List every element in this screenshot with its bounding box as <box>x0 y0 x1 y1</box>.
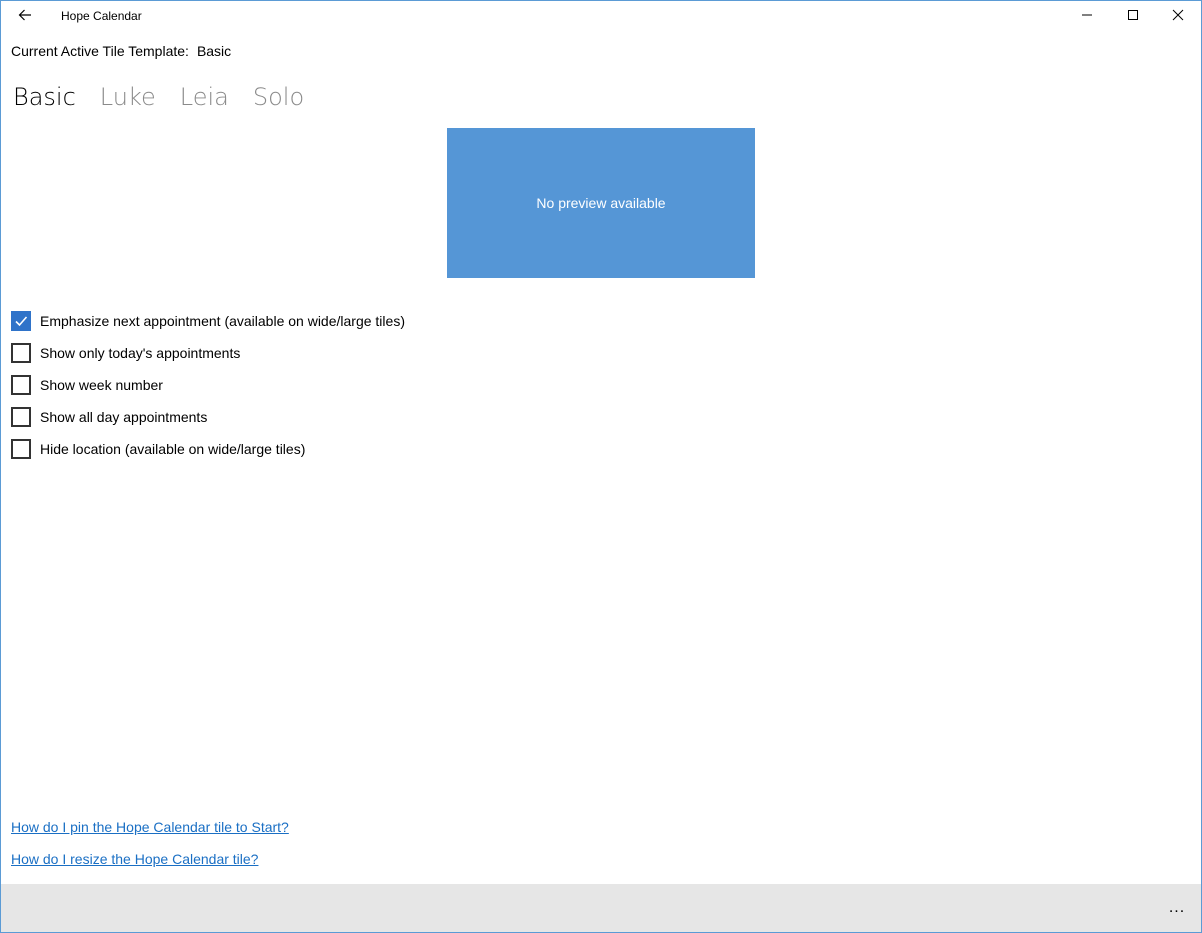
week-number-checkbox[interactable] <box>11 375 31 395</box>
option-hide-location[interactable]: Hide location (available on wide/large t… <box>11 433 405 465</box>
window-title: Hope Calendar <box>61 9 142 23</box>
maximize-button[interactable] <box>1110 1 1156 33</box>
option-label: Emphasize next appointment (available on… <box>40 313 405 329</box>
close-button[interactable] <box>1155 1 1201 33</box>
emphasize-next-checkbox[interactable] <box>11 311 31 331</box>
active-template-label: Current Active Tile Template: <box>11 43 189 59</box>
minimize-icon <box>1081 8 1093 26</box>
option-emphasize-next[interactable]: Emphasize next appointment (available on… <box>11 305 405 337</box>
maximize-icon <box>1127 8 1139 26</box>
option-all-day[interactable]: Show all day appointments <box>11 401 405 433</box>
help-links: How do I pin the Hope Calendar tile to S… <box>11 817 289 881</box>
option-week-number[interactable]: Show week number <box>11 369 405 401</box>
tab-basic[interactable]: Basic <box>13 81 76 113</box>
option-label: Hide location (available on wide/large t… <box>40 441 306 457</box>
checkmark-icon <box>15 316 28 327</box>
active-template-value: Basic <box>196 43 232 59</box>
options-list: Emphasize next appointment (available on… <box>11 305 405 465</box>
back-arrow-icon <box>17 7 33 28</box>
back-button[interactable] <box>1 1 49 33</box>
command-bar: ... <box>1 884 1201 932</box>
option-today-only[interactable]: Show only today's appointments <box>11 337 405 369</box>
all-day-checkbox[interactable] <box>11 407 31 427</box>
template-tabs: Basic Luke Leia Solo <box>13 81 304 113</box>
pin-tile-help-link[interactable]: How do I pin the Hope Calendar tile to S… <box>11 817 289 849</box>
tab-luke[interactable]: Luke <box>100 81 156 113</box>
tile-preview: No preview available <box>447 128 755 278</box>
resize-tile-help-link[interactable]: How do I resize the Hope Calendar tile? <box>11 849 289 881</box>
tab-solo[interactable]: Solo <box>253 81 304 113</box>
more-options-button[interactable]: ... <box>1153 884 1201 932</box>
hide-location-checkbox[interactable] <box>11 439 31 459</box>
app-window: Hope Calendar Current Active Tile Templa… <box>0 0 1202 933</box>
close-icon <box>1172 8 1184 26</box>
option-label: Show only today's appointments <box>40 345 241 361</box>
option-label: Show all day appointments <box>40 409 208 425</box>
tab-leia[interactable]: Leia <box>180 81 229 113</box>
minimize-button[interactable] <box>1064 1 1110 33</box>
option-label: Show week number <box>40 377 163 393</box>
active-template-line: Current Active Tile Template: Basic <box>11 43 231 59</box>
title-bar: Hope Calendar <box>1 1 1201 33</box>
today-only-checkbox[interactable] <box>11 343 31 363</box>
preview-text: No preview available <box>536 195 666 211</box>
